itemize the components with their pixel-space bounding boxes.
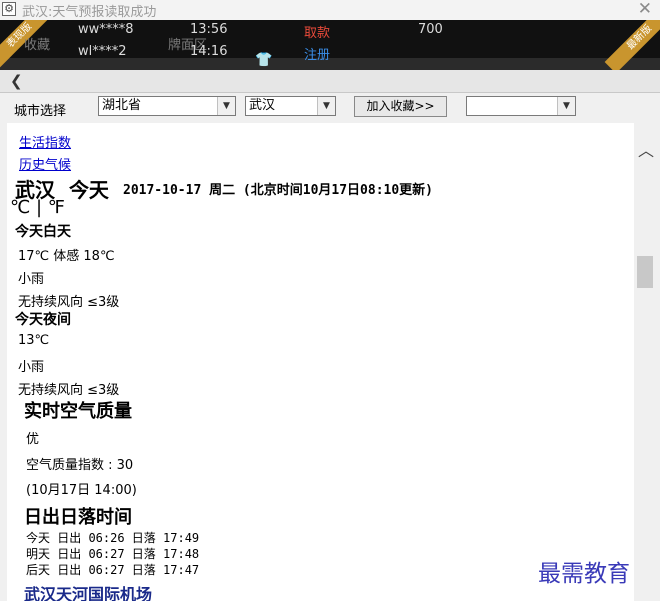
scrollbar-thumb[interactable]	[637, 256, 653, 288]
city-select-row: 城市选择 湖北省 ▼ 武汉 ▼ 加入收藏>> ▼	[0, 92, 660, 122]
air-quality-time: (10月17日 14:00)	[26, 483, 137, 498]
province-select[interactable]: 湖北省 ▼	[98, 96, 236, 116]
gear-icon: ⚙	[2, 2, 16, 16]
chevron-down-icon[interactable]: ▼	[317, 97, 335, 115]
ad-ticker-banner[interactable]: 表现版 收藏 ww****8 wl****2 牌面区 13:56 14:16 👕…	[0, 20, 660, 70]
chevron-down-icon[interactable]: ▼	[557, 97, 575, 115]
province-value: 湖北省	[102, 98, 142, 113]
chevron-down-icon[interactable]: ▼	[217, 97, 235, 115]
date-line: 2017-10-17 周二 (北京时间10月17日08:10更新)	[123, 183, 434, 198]
window-title: 武汉:天气预报读取成功	[22, 5, 157, 20]
ticker-time-2: 14:16	[190, 44, 228, 59]
air-quality-heading: 实时空气质量	[24, 401, 132, 422]
close-button[interactable]: ✕	[638, 0, 652, 19]
sun-times-heading: 日出日落时间	[24, 507, 132, 528]
sun-times-row: 今天 日出 06:26 日落 17:49	[26, 531, 200, 545]
ticker-withdraw-link[interactable]: 取款	[304, 22, 330, 41]
city-select[interactable]: 武汉 ▼	[245, 96, 336, 116]
night-heading: 今天夜间	[15, 312, 71, 328]
life-index-link[interactable]: 生活指数	[19, 132, 71, 151]
air-quality-level: 优	[26, 432, 40, 447]
unit-switch: ℃ | ℉	[10, 197, 65, 218]
night-temperature: 13℃	[18, 333, 50, 348]
back-button[interactable]: ❮	[10, 72, 23, 90]
ticker-ghost-left: 收藏	[24, 38, 51, 53]
day-weather: 小雨	[18, 272, 45, 287]
sun-times-row: 后天 日出 06:27 日落 17:47	[26, 563, 200, 577]
ticker-time-1: 13:56	[190, 22, 228, 37]
city-value: 武汉	[249, 98, 276, 113]
city-select-label: 城市选择	[14, 104, 67, 119]
vertical-scrollbar[interactable]: ︿	[634, 123, 660, 601]
night-weather: 小雨	[18, 360, 45, 375]
watermark-text: 最需教育	[538, 554, 630, 588]
day-temperature: 17℃ 体感 18℃	[18, 249, 115, 264]
celsius-toggle[interactable]: ℃	[10, 197, 30, 218]
ticker-user-2: wl****2	[78, 44, 127, 59]
airport-heading: 武汉天河国际机场	[24, 585, 153, 601]
unit-separator: |	[35, 197, 43, 218]
favorites-select[interactable]: ▼	[466, 96, 576, 116]
day-heading: 今天白天	[15, 224, 71, 240]
day-wind: 无持续风向 ≤3级	[18, 295, 120, 310]
sun-times-row: 明天 日出 06:27 日落 17:48	[26, 547, 200, 561]
chevron-up-icon[interactable]: ︿	[638, 137, 654, 161]
title-bar: ⚙ 武汉:天气预报读取成功 ✕	[0, 0, 660, 20]
air-quality-index: 空气质量指数 : 30	[26, 458, 134, 473]
ticker-register-link[interactable]: 注册	[304, 44, 330, 63]
nav-bar: ❮	[0, 70, 660, 93]
night-wind: 无持续风向 ≤3级	[18, 383, 120, 398]
shirt-icon: 👕	[255, 52, 273, 68]
fahrenheit-toggle[interactable]: ℉	[48, 197, 65, 218]
today-label: 今天	[68, 178, 109, 202]
weather-content-panel: 生活指数 历史气候 武汉 今天 2017-10-17 周二 (北京时间10月17…	[7, 123, 634, 601]
add-favorite-button[interactable]: 加入收藏>>	[354, 96, 447, 117]
history-climate-link[interactable]: 历史气候	[19, 154, 71, 173]
ticker-amount: 700	[418, 22, 443, 37]
ticker-user-1: ww****8	[78, 22, 134, 37]
